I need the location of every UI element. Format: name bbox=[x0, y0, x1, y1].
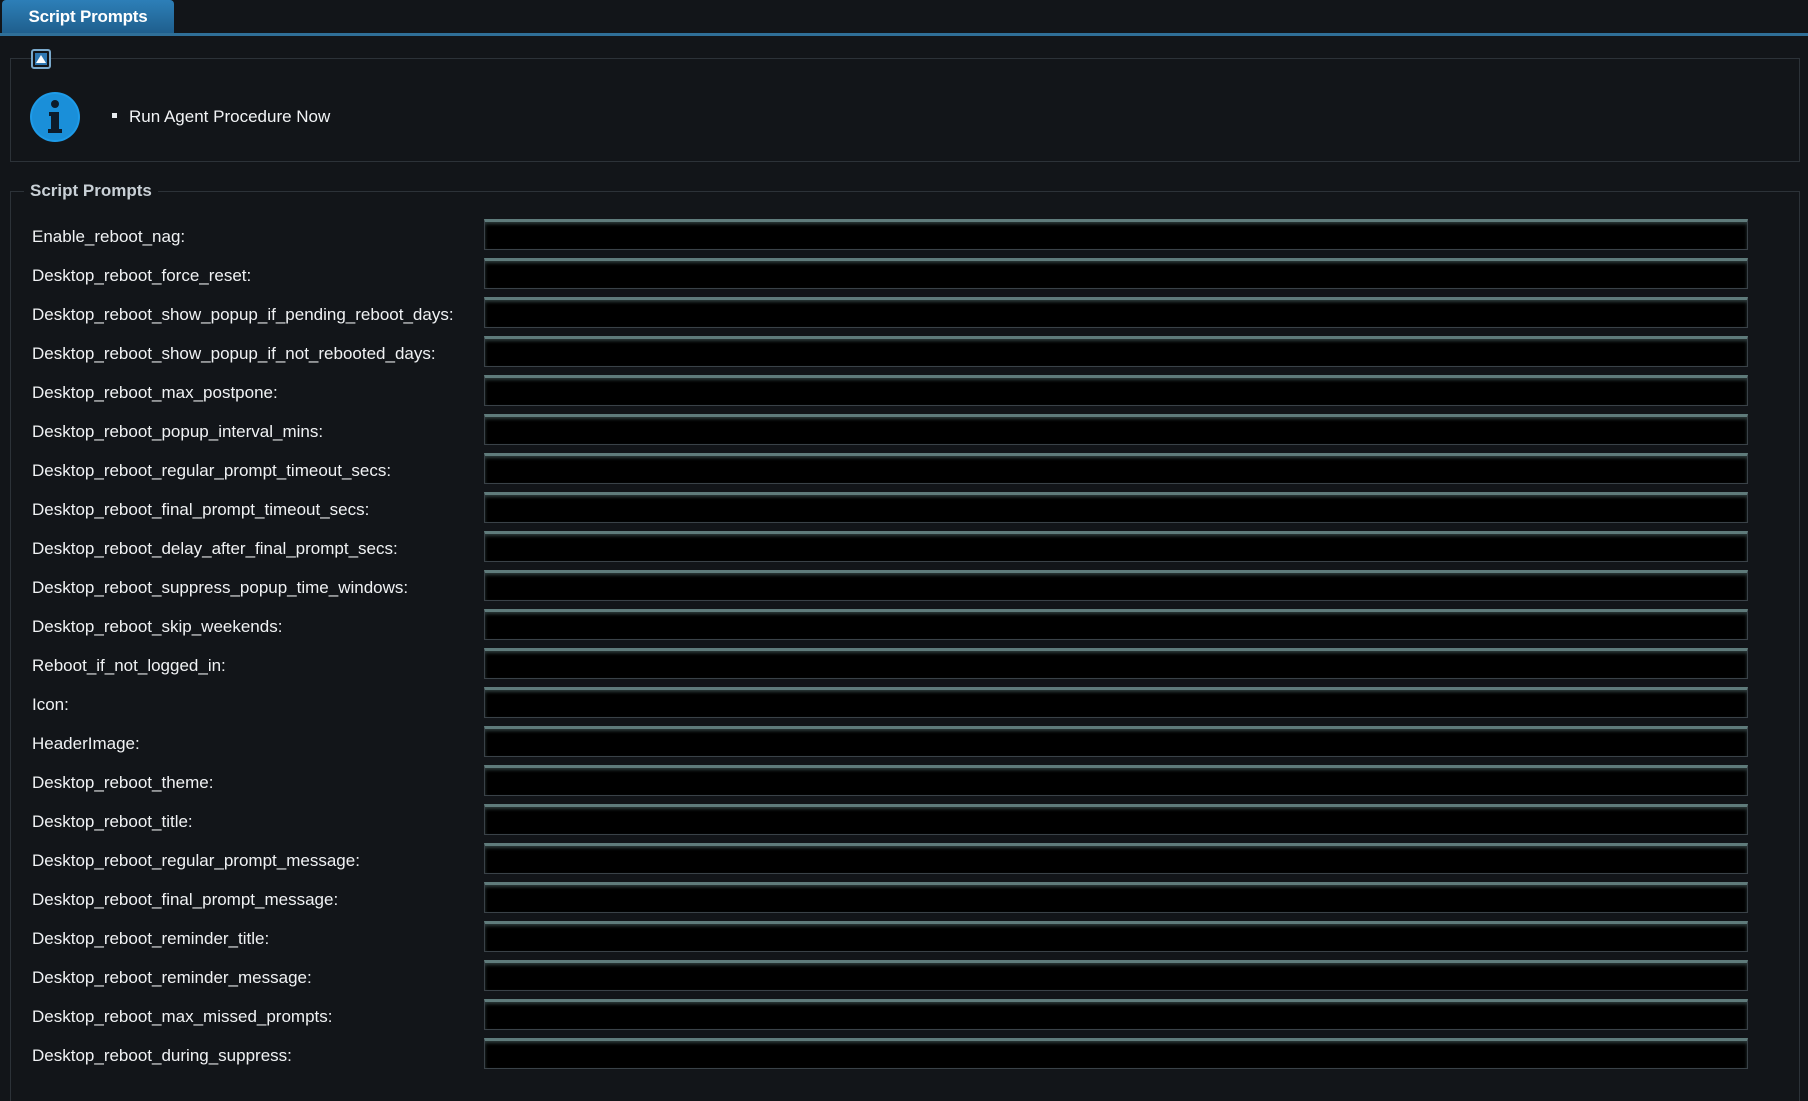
prompt-input[interactable] bbox=[484, 804, 1748, 835]
prompt-label: Desktop_reboot_max_missed_prompts: bbox=[32, 1007, 333, 1026]
prompt-label: Desktop_reboot_final_prompt_message: bbox=[32, 890, 339, 909]
prompt-row: Desktop_reboot_show_popup_if_not_reboote… bbox=[0, 334, 1808, 373]
prompt-label: Desktop_reboot_reminder_title: bbox=[32, 929, 270, 948]
prompt-row: Desktop_reboot_reminder_message: bbox=[0, 958, 1808, 997]
prompt-label: Desktop_reboot_delay_after_final_prompt_… bbox=[32, 539, 398, 558]
prompt-label: Enable_reboot_nag: bbox=[32, 227, 186, 246]
prompt-row: Desktop_reboot_delay_after_final_prompt_… bbox=[0, 529, 1808, 568]
prompt-input[interactable] bbox=[484, 570, 1748, 601]
prompt-label: Icon: bbox=[32, 695, 69, 714]
prompt-row: HeaderImage: bbox=[0, 724, 1808, 763]
collapse-icon[interactable] bbox=[31, 49, 51, 69]
prompt-label: Desktop_reboot_skip_weekends: bbox=[32, 617, 283, 636]
script-prompts-legend: Script Prompts bbox=[24, 181, 158, 201]
prompt-row: Desktop_reboot_reminder_title: bbox=[0, 919, 1808, 958]
prompt-input[interactable] bbox=[484, 1038, 1748, 1069]
prompt-label: Desktop_reboot_suppress_popup_time_windo… bbox=[32, 578, 409, 597]
prompt-input[interactable] bbox=[484, 375, 1748, 406]
prompt-input[interactable] bbox=[484, 258, 1748, 289]
prompt-input[interactable] bbox=[484, 336, 1748, 367]
prompt-input[interactable] bbox=[484, 492, 1748, 523]
prompt-row: Desktop_reboot_show_popup_if_pending_reb… bbox=[0, 295, 1808, 334]
prompt-input[interactable] bbox=[484, 999, 1748, 1030]
prompt-label: Desktop_reboot_during_suppress: bbox=[32, 1046, 292, 1065]
prompt-row: Enable_reboot_nag: bbox=[0, 217, 1808, 256]
prompt-input[interactable] bbox=[484, 726, 1748, 757]
prompt-label: HeaderImage: bbox=[32, 734, 140, 753]
prompt-row: Icon: bbox=[0, 685, 1808, 724]
prompt-row: Desktop_reboot_theme: bbox=[0, 763, 1808, 802]
prompt-label: Desktop_reboot_regular_prompt_timeout_se… bbox=[32, 461, 392, 480]
prompt-input[interactable] bbox=[484, 531, 1748, 562]
tab-script-prompts[interactable]: Script Prompts bbox=[2, 0, 174, 33]
prompt-input[interactable] bbox=[484, 765, 1748, 796]
prompt-label: Desktop_reboot_regular_prompt_message: bbox=[32, 851, 360, 870]
prompt-label: Desktop_reboot_force_reset: bbox=[32, 266, 252, 285]
prompt-row: Desktop_reboot_regular_prompt_message: bbox=[0, 841, 1808, 880]
prompt-row: Desktop_reboot_popup_interval_mins: bbox=[0, 412, 1808, 451]
list-item: Run Agent Procedure Now bbox=[112, 107, 330, 127]
prompt-label: Desktop_reboot_show_popup_if_not_reboote… bbox=[32, 344, 436, 363]
prompt-input[interactable] bbox=[484, 609, 1748, 640]
prompt-row: Desktop_reboot_force_reset: bbox=[0, 256, 1808, 295]
prompt-input[interactable] bbox=[484, 297, 1748, 328]
prompt-input[interactable] bbox=[484, 414, 1748, 445]
prompt-row: Desktop_reboot_suppress_popup_time_windo… bbox=[0, 568, 1808, 607]
info-list: Run Agent Procedure Now bbox=[112, 107, 330, 127]
prompt-input[interactable] bbox=[484, 921, 1748, 952]
prompt-label: Desktop_reboot_title: bbox=[32, 812, 193, 831]
prompt-input[interactable] bbox=[484, 219, 1748, 250]
prompt-row: Desktop_reboot_regular_prompt_timeout_se… bbox=[0, 451, 1808, 490]
prompt-label: Desktop_reboot_max_postpone: bbox=[32, 383, 278, 402]
prompt-label: Desktop_reboot_reminder_message: bbox=[32, 968, 312, 987]
prompt-row: Reboot_if_not_logged_in: bbox=[0, 646, 1808, 685]
prompt-row: Desktop_reboot_max_postpone: bbox=[0, 373, 1808, 412]
info-icon bbox=[30, 92, 80, 142]
prompt-row: Desktop_reboot_max_missed_prompts: bbox=[0, 997, 1808, 1036]
prompt-input[interactable] bbox=[484, 960, 1748, 991]
prompt-input[interactable] bbox=[484, 648, 1748, 679]
tab-bar: Script Prompts bbox=[0, 0, 1808, 36]
prompt-row: Desktop_reboot_during_suppress: bbox=[0, 1036, 1808, 1075]
prompt-label: Desktop_reboot_final_prompt_timeout_secs… bbox=[32, 500, 370, 519]
prompt-input[interactable] bbox=[484, 843, 1748, 874]
prompt-row: Desktop_reboot_final_prompt_timeout_secs… bbox=[0, 490, 1808, 529]
prompt-input[interactable] bbox=[484, 687, 1748, 718]
prompt-label: Desktop_reboot_popup_interval_mins: bbox=[32, 422, 324, 441]
prompt-label: Desktop_reboot_theme: bbox=[32, 773, 214, 792]
prompt-label: Desktop_reboot_show_popup_if_pending_reb… bbox=[32, 305, 454, 324]
prompt-input[interactable] bbox=[484, 453, 1748, 484]
prompt-label: Reboot_if_not_logged_in: bbox=[32, 656, 226, 675]
prompt-input[interactable] bbox=[484, 882, 1748, 913]
prompt-row: Desktop_reboot_final_prompt_message: bbox=[0, 880, 1808, 919]
prompt-row: Desktop_reboot_title: bbox=[0, 802, 1808, 841]
prompt-row: Desktop_reboot_skip_weekends: bbox=[0, 607, 1808, 646]
